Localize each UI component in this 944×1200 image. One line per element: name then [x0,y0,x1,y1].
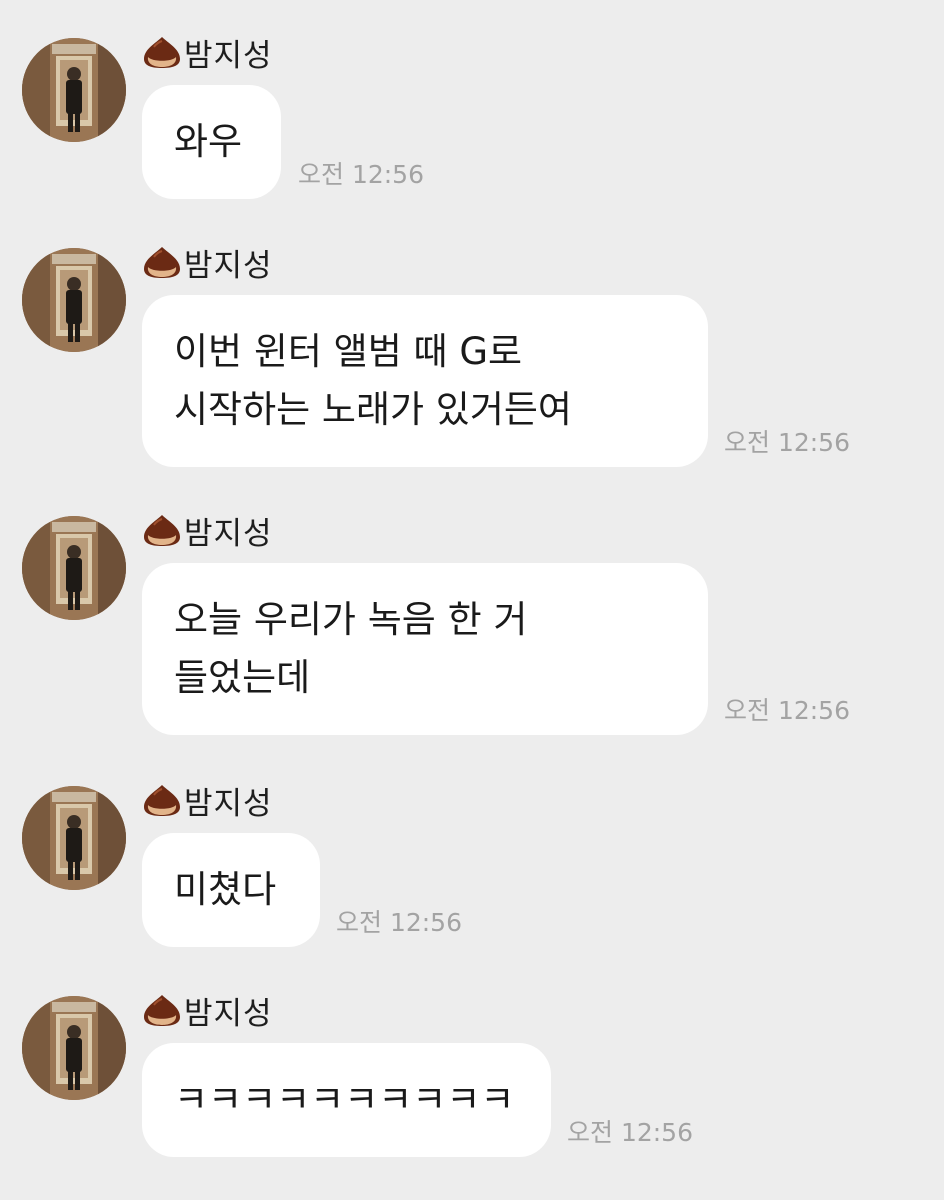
message-bubble[interactable]: 이번 윈터 앨범 때 G로 시작하는 노래가 있거든여 [142,295,708,467]
message-bubble[interactable]: 미쳤다 [142,833,320,947]
message-text: 미쳤다 [174,868,277,911]
chestnut-icon [144,247,180,278]
avatar[interactable] [22,248,126,352]
chestnut-icon [144,37,180,68]
sender: 밤지성 [142,242,273,284]
message-text: ㅋㅋㅋㅋㅋㅋㅋㅋㅋㅋ [174,1078,515,1121]
avatar[interactable] [22,38,126,142]
sender-name: 밤지성 [184,515,273,552]
chestnut-icon [144,995,180,1026]
chat-window: 밤지성 와우 오전 12:56 밤지성 이번 윈터 앨범 때 G로 시작하는 노… [0,0,944,1200]
message-text: 오늘 우리가 녹음 한 거 [174,598,528,641]
sender-name: 밤지성 [184,995,273,1032]
sender: 밤지성 [142,510,273,552]
timestamp: 오전 12:56 [724,696,850,725]
message-text: 들었는데 [174,656,311,699]
message-text: 이번 윈터 앨범 때 G로 [174,330,523,373]
timestamp: 오전 12:56 [298,160,424,189]
timestamp: 오전 12:56 [336,908,462,937]
sender-name: 밤지성 [184,37,273,74]
message-text: 시작하는 노래가 있거든여 [174,388,572,431]
sender: 밤지성 [142,780,273,822]
avatar[interactable] [22,786,126,890]
sender-name: 밤지성 [184,247,273,284]
sender: 밤지성 [142,32,273,74]
sender-name: 밤지성 [184,785,273,822]
timestamp: 오전 12:56 [567,1118,693,1147]
chestnut-icon [144,515,180,546]
message-bubble[interactable]: 와우 [142,85,281,199]
message-bubble[interactable]: 오늘 우리가 녹음 한 거 들었는데 [142,563,708,735]
timestamp: 오전 12:56 [724,428,850,457]
message-bubble[interactable]: ㅋㅋㅋㅋㅋㅋㅋㅋㅋㅋ [142,1043,551,1157]
sender: 밤지성 [142,990,273,1032]
chestnut-icon [144,785,180,816]
avatar[interactable] [22,996,126,1100]
avatar[interactable] [22,516,126,620]
message-text: 와우 [174,120,243,163]
